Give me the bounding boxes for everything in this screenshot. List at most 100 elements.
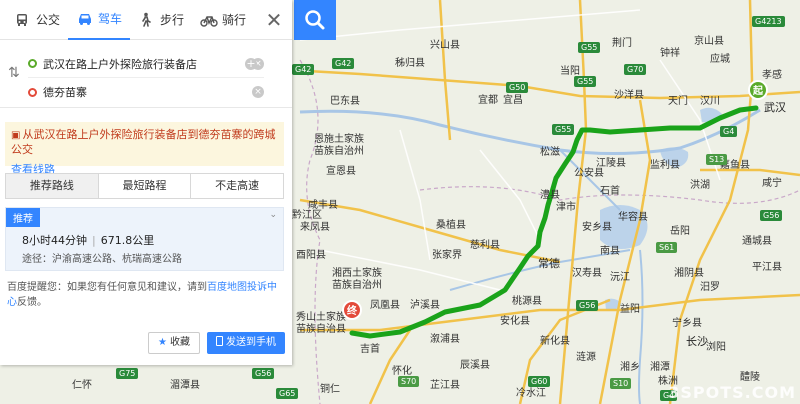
map-label: 湘西土家族: [332, 268, 382, 279]
tip-suffix: 反馈。: [17, 297, 47, 308]
start-field[interactable]: 武汉在路上户外探险旅行装备店 ×: [28, 50, 264, 78]
tab-drive[interactable]: 驾车: [68, 0, 131, 40]
route-inputs: ⇅ 武汉在路上户外探险旅行装备店 × + 德夯苗寨 ×: [0, 40, 292, 108]
add-waypoint-icon[interactable]: +: [245, 58, 257, 70]
tab-bus[interactable]: 公交: [6, 0, 68, 40]
map-label: 恩施土家族: [314, 134, 364, 145]
road-shield: G65: [276, 388, 299, 399]
map-label: 苗族自治州: [314, 146, 364, 157]
road-shield: G42: [332, 58, 355, 69]
map-label: 冷水江: [516, 388, 546, 399]
start-dot-icon: [28, 59, 37, 68]
map-label: 湘潭: [650, 362, 670, 373]
swap-icon[interactable]: ⇅: [8, 65, 20, 81]
map-label: 苗族自治县: [296, 324, 346, 335]
collapse-icon[interactable]: ⌄: [269, 210, 277, 220]
map-label: 益阳: [620, 304, 640, 315]
star-icon: ★: [158, 337, 167, 348]
clear-end-icon[interactable]: ×: [252, 86, 264, 98]
map-label: 铜仁: [320, 384, 340, 395]
map-label: 武汉: [764, 101, 786, 114]
map-label: 巴东县: [330, 96, 360, 107]
tab-no-highway[interactable]: 不走高速: [191, 174, 283, 198]
map-label: 汉川: [700, 96, 720, 107]
bus-small-icon: ▣: [11, 130, 21, 141]
tab-shortest[interactable]: 最短路程: [99, 174, 192, 198]
end-field[interactable]: 德夯苗寨 ×: [28, 78, 264, 106]
start-marker[interactable]: 起: [748, 80, 768, 100]
map-label: 宁乡县: [672, 318, 702, 329]
map-label: 张家界: [432, 250, 462, 261]
feedback-tip: 百度提醒您：如果您有任何意见和建议，请到百度地图投诉中心反馈。: [7, 280, 283, 310]
road-shield: S70: [398, 376, 420, 387]
map-label: 荆门: [612, 38, 632, 49]
bus-icon: [14, 12, 32, 28]
road-shield: G55: [574, 76, 597, 87]
map-label: 秭归县: [395, 58, 425, 69]
map-label: 仁怀: [72, 380, 92, 391]
road-shield: G75: [116, 368, 139, 379]
map-label: 华容县: [618, 212, 648, 223]
map-label: 溆浦县: [430, 334, 460, 345]
divider: |: [92, 234, 96, 247]
road-shield: G56: [760, 210, 783, 221]
map-label: 兴山县: [430, 40, 460, 51]
map-label: 宣恩县: [326, 166, 356, 177]
map-label: 苗族自治州: [332, 280, 382, 291]
route-plan-card[interactable]: 推荐 ⌄ 8小时44分钟 | 671.8公里 途径：沪渝高速公路、杭瑞高速公路: [5, 207, 284, 271]
tab-label: 驾车: [98, 12, 123, 26]
map-label: 桃源县: [512, 296, 542, 307]
map-label: 钟祥: [660, 48, 680, 59]
end-input[interactable]: 德夯苗寨: [43, 84, 248, 100]
road-shield: S13: [706, 154, 728, 165]
road-shield: G60: [528, 376, 551, 387]
map-label: 酉阳县: [296, 250, 326, 261]
map-label: 湄潭县: [170, 380, 200, 391]
map-label: 泸溪县: [410, 300, 440, 311]
road-shield: G55: [552, 124, 575, 135]
tab-label: 骑行: [222, 13, 247, 27]
map-label: 应城: [710, 54, 730, 65]
search-button[interactable]: [294, 0, 336, 40]
map-label: 芷江县: [430, 380, 460, 391]
walk-icon: [138, 12, 156, 28]
search-icon: [305, 10, 325, 30]
map-label: 新化县: [540, 336, 570, 347]
map-label: 天门: [668, 96, 688, 107]
end-marker[interactable]: 终: [342, 300, 362, 320]
map-label: 凤凰县: [370, 300, 400, 311]
end-dot-icon: [28, 87, 37, 97]
watermark: 3SPOTS.COM: [668, 383, 796, 402]
tab-recommended[interactable]: 推荐路线: [6, 174, 99, 198]
road-shield: S10: [610, 378, 632, 389]
map-label: 安乡县: [582, 222, 612, 233]
road-shield: G50: [506, 82, 529, 93]
car-icon: [76, 11, 94, 27]
map-label: 秀山土家族: [296, 312, 346, 323]
tab-walk[interactable]: 步行: [130, 0, 192, 40]
map-label: 平江县: [752, 262, 782, 273]
tab-label: 公交: [36, 13, 61, 27]
map-label: 涟源: [576, 352, 596, 363]
map-label: 汉寿县: [572, 268, 602, 279]
map-label: 浏阳: [706, 342, 726, 353]
phone-icon: [216, 336, 223, 346]
map-label: 常德: [538, 257, 560, 270]
map-label: 慈利县: [470, 240, 500, 251]
recommended-badge: 推荐: [6, 208, 40, 227]
travel-mode-tabs: 公交 驾车 步行 骑行: [0, 0, 292, 40]
send-to-phone-button[interactable]: 发送到手机: [207, 332, 285, 354]
map-label: 孝感: [762, 70, 782, 81]
tab-bike[interactable]: 骑行: [192, 0, 254, 40]
notice-text: 从武汉在路上户外探险旅行装备店到德夯苗寨的跨城公交: [11, 128, 276, 156]
map-label: 岳阳: [670, 226, 690, 237]
road-shield: G56: [252, 368, 275, 379]
favorite-button[interactable]: ★ 收藏: [148, 332, 200, 354]
route-via: 途径：沪渝高速公路、杭瑞高速公路: [22, 254, 182, 265]
start-input[interactable]: 武汉在路上户外探险旅行装备店: [43, 56, 248, 72]
bike-icon: [200, 12, 218, 28]
map-label: 湘阴县: [674, 268, 704, 279]
map-label: 来凤县: [300, 222, 330, 233]
close-icon[interactable]: ✕: [262, 9, 286, 33]
map-label: 通城县: [742, 236, 772, 247]
